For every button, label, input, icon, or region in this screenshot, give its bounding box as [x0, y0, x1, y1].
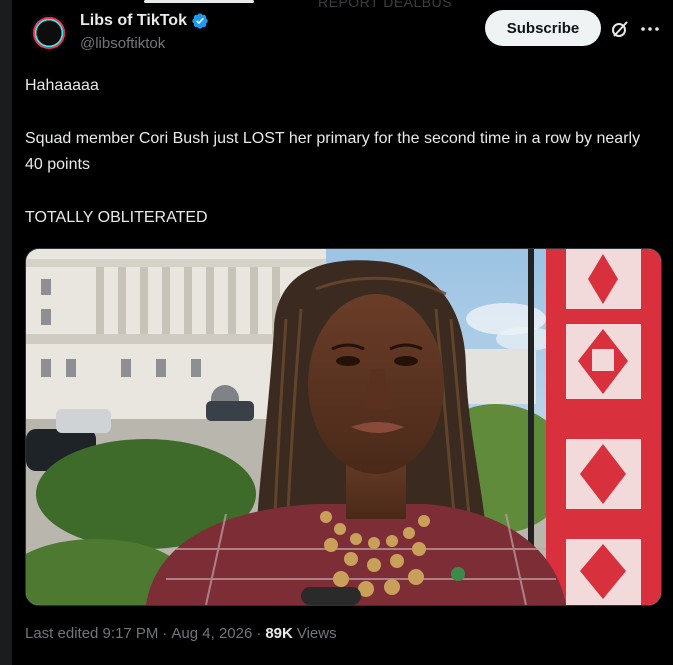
ghost-text: REPORT DEALBUS [318, 0, 453, 10]
author-handle[interactable]: @libsoftiktok [80, 35, 165, 52]
post-body: Hahaaaaa Squad member Cori Bush just LOS… [25, 73, 655, 231]
post-image[interactable] [25, 248, 662, 606]
post-line-3: TOTALLY OBLITERATED [25, 209, 208, 226]
subscribe-button[interactable]: Subscribe [485, 10, 601, 46]
post-metadata: Last edited 9:17 PM · Aug 4, 2026 · 89K … [25, 625, 337, 642]
post-image-graphic [26, 249, 661, 605]
post-date[interactable]: Aug 4, 2026 [171, 625, 252, 642]
verified-badge-icon[interactable] [191, 12, 209, 30]
avatar-logo-icon [33, 17, 65, 49]
grok-icon[interactable] [609, 18, 631, 40]
top-accent-line [144, 0, 254, 3]
post-card: REPORT DEALBUS Libs of TikTok @libsoftik… [12, 0, 673, 665]
post-line-2: Squad member Cori Bush just LOST her pri… [25, 130, 641, 173]
more-options-icon[interactable] [639, 18, 661, 40]
author-display-name[interactable]: Libs of TikTok [80, 12, 187, 30]
meta-separator: · [256, 625, 262, 642]
screenshot-frame: REPORT DEALBUS Libs of TikTok @libsoftik… [0, 0, 673, 665]
views-label: Views [296, 625, 337, 642]
views-count: 89K [265, 625, 293, 642]
last-edited-timestamp[interactable]: Last edited 9:17 PM [25, 625, 158, 642]
post-line-1: Hahaaaaa [25, 77, 99, 94]
author-name-row: Libs of TikTok [80, 12, 209, 30]
meta-separator: · [162, 625, 168, 642]
avatar[interactable] [30, 14, 68, 52]
